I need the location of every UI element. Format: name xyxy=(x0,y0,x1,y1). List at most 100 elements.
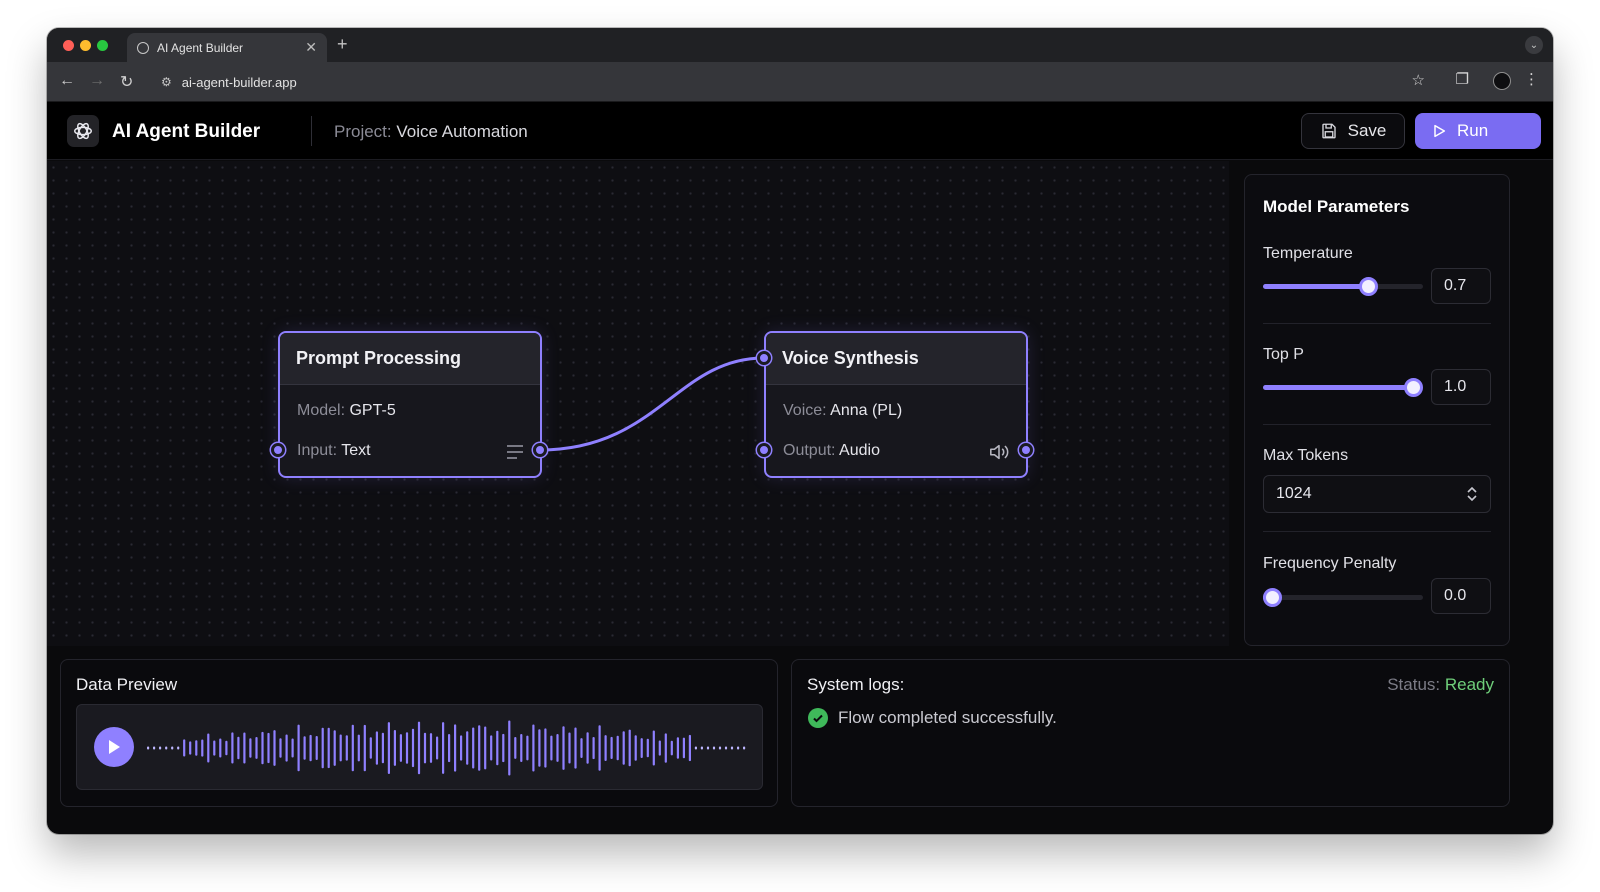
flow-canvas[interactable]: Prompt Processing Model: GPT-5 Input: Te… xyxy=(47,161,1229,646)
voice-input-port-top[interactable] xyxy=(757,351,771,365)
waveform-bar xyxy=(634,735,637,761)
close-tab-icon[interactable]: ✕ xyxy=(305,39,317,56)
new-tab-icon[interactable]: + xyxy=(337,34,348,55)
reload-icon[interactable]: ↻ xyxy=(120,72,133,92)
waveform-bar xyxy=(393,730,396,766)
output-value: Audio xyxy=(839,442,880,459)
waveform-bar xyxy=(405,732,409,764)
node-input-row: Input: Text xyxy=(297,442,371,460)
url-field[interactable]: ⚙ ai-agent-builder.app xyxy=(151,68,1391,96)
audio-waveform[interactable] xyxy=(147,713,749,783)
play-audio-button[interactable] xyxy=(94,727,134,767)
profile-avatar[interactable] xyxy=(1493,72,1511,90)
waveform-bar xyxy=(718,746,722,750)
max-tokens-select[interactable]: 1024 xyxy=(1263,475,1491,513)
top-p-slider[interactable] xyxy=(1263,378,1423,397)
input-value: Text xyxy=(341,442,371,459)
top-p-value-field[interactable]: 1.0 xyxy=(1431,369,1491,405)
back-arrow-icon[interactable]: ← xyxy=(59,72,75,90)
bookmark-star-icon[interactable]: ☆ xyxy=(1412,71,1425,89)
waveform-bar xyxy=(532,724,535,772)
waveform-bar xyxy=(562,726,565,770)
waveform-bar xyxy=(159,746,162,750)
waveform-bar xyxy=(724,746,728,750)
success-check-icon xyxy=(808,708,828,728)
voice-input-port[interactable] xyxy=(757,443,771,457)
floppy-disk-icon xyxy=(1321,123,1336,139)
voice-output-port[interactable] xyxy=(1019,443,1033,457)
status-label: Status: xyxy=(1387,675,1441,694)
close-window-button[interactable] xyxy=(63,40,74,51)
prompt-input-port[interactable] xyxy=(271,443,285,457)
waveform-bar xyxy=(429,733,433,763)
input-label: Input: xyxy=(297,442,338,459)
waveform-bar xyxy=(743,746,746,750)
frequency-penalty-value-field[interactable]: 0.0 xyxy=(1431,578,1491,614)
system-logs-panel: System logs: Status: Ready Flow complete… xyxy=(791,659,1510,807)
panel-title: System logs: xyxy=(807,675,905,694)
node-prompt-processing[interactable]: Prompt Processing Model: GPT-5 Input: Te… xyxy=(278,331,542,478)
waveform-bar xyxy=(339,734,342,762)
waveform-bar xyxy=(628,729,631,767)
waveform-bar xyxy=(387,722,390,774)
slider-thumb[interactable] xyxy=(1359,277,1378,296)
waveform-bar xyxy=(399,734,402,762)
node-title: Prompt Processing xyxy=(280,333,540,385)
temperature-label: Temperature xyxy=(1263,245,1353,262)
slider-thumb[interactable] xyxy=(1263,588,1282,607)
waveform-bar xyxy=(514,737,517,759)
list-icon xyxy=(507,445,523,459)
waveform-bar xyxy=(363,724,366,772)
node-model-row: Model: GPT-5 xyxy=(297,402,396,420)
waveform-bar xyxy=(502,733,505,763)
waveform-bar xyxy=(544,728,547,768)
waveform-bar xyxy=(550,735,553,761)
waveform-bar xyxy=(712,746,716,750)
waveform-bar xyxy=(351,724,354,772)
model-parameters-panel: Model Parameters Temperature 0.7 Top P 1… xyxy=(1244,174,1510,646)
waveform-bar xyxy=(315,736,318,760)
waveform-bar xyxy=(730,746,734,750)
forward-arrow-icon[interactable]: → xyxy=(89,72,105,90)
frequency-penalty-slider[interactable] xyxy=(1263,588,1423,607)
waveform-bar xyxy=(737,746,740,750)
waveform-bar xyxy=(171,746,174,750)
waveform-bar xyxy=(448,734,451,763)
divider xyxy=(1263,531,1491,532)
run-button[interactable]: Run xyxy=(1415,113,1541,149)
minimize-window-button[interactable] xyxy=(80,40,91,51)
slider-fill xyxy=(1263,284,1372,289)
log-entry: Flow completed successfully. xyxy=(808,708,1057,728)
run-label: Run xyxy=(1457,121,1489,140)
node-connector-edge[interactable] xyxy=(47,161,1229,646)
frequency-penalty-label: Frequency Penalty xyxy=(1263,555,1397,572)
speaker-icon xyxy=(990,444,1009,460)
save-button[interactable]: Save xyxy=(1301,113,1405,149)
browser-menu-icon[interactable]: ⋮ xyxy=(1524,70,1539,88)
node-output-row: Output: Audio xyxy=(783,442,880,460)
prompt-output-port[interactable] xyxy=(533,443,547,457)
chevron-up-down-icon xyxy=(1467,486,1477,502)
waveform-bar xyxy=(616,735,619,761)
waveform-bar xyxy=(177,746,180,750)
waveform-bar xyxy=(267,732,270,764)
waveform-bar xyxy=(454,724,457,772)
waveform-bar xyxy=(586,732,589,764)
temperature-slider[interactable] xyxy=(1263,277,1423,296)
voice-value: Anna (PL) xyxy=(830,402,903,419)
app-header: AI Agent Builder Project: Voice Automati… xyxy=(47,102,1553,160)
panel-title: Data Preview xyxy=(76,675,178,694)
extensions-icon[interactable]: ❐ xyxy=(1456,70,1469,88)
browser-tab[interactable]: AI Agent Builder ✕ xyxy=(127,33,327,62)
waveform-bar xyxy=(165,746,168,750)
slider-thumb[interactable] xyxy=(1404,378,1423,397)
temperature-value-field[interactable]: 0.7 xyxy=(1431,268,1491,304)
node-voice-synthesis[interactable]: Voice Synthesis Voice: Anna (PL) Output:… xyxy=(764,331,1028,478)
waveform-bar xyxy=(508,720,511,776)
site-settings-icon[interactable]: ⚙ xyxy=(161,75,172,89)
waveform-bar xyxy=(568,732,571,764)
waveform-bar xyxy=(255,737,258,759)
waveform-bar xyxy=(153,746,156,750)
maximize-window-button[interactable] xyxy=(97,40,108,51)
tab-search-icon[interactable]: ⌄ xyxy=(1525,36,1543,54)
